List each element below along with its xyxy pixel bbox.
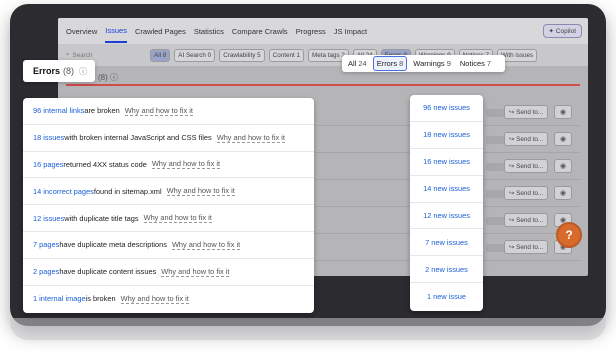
share-arrow-icon: ↪ [508,108,515,116]
tab-warnings[interactable]: Warnings 9 [410,57,454,70]
issue-description: with duplicate title tags [64,213,139,223]
issue-description: is broken [85,294,116,304]
new-issues-link[interactable]: 1 new issue [410,283,483,310]
tab-errors[interactable]: Errors 8 [372,56,408,71]
new-issues-link[interactable]: 16 new issues [410,149,483,176]
nav-progress[interactable]: Progress [296,21,326,42]
issue-description: are broken [84,106,120,116]
nav-crawled-pages[interactable]: Crawled Pages [135,21,186,42]
why-fix-link[interactable]: Why and how to fix it [171,240,241,250]
eye-icon[interactable]: ◉ [554,132,572,146]
help-button[interactable]: ? [556,222,582,248]
filter-bar: ⌕ Search All 8 AI Search 0 Crawlability … [58,44,588,66]
issue-row: 18 issues with broken internal JavaScrip… [23,125,314,152]
search-placeholder: Search [72,51,93,59]
why-fix-link[interactable]: Why and how to fix it [124,106,193,116]
share-arrow-icon: ↪ [508,189,515,197]
issue-link[interactable]: 16 pages [33,160,63,169]
nav-statistics[interactable]: Statistics [194,21,224,42]
new-issues-link[interactable]: 18 new issues [410,122,483,149]
tab-all[interactable]: All 24 [345,57,370,70]
why-fix-link[interactable]: Why and how to fix it [216,133,285,143]
issue-row: 2 pages have duplicate content issues Why… [23,259,314,286]
device-shadow [10,318,606,340]
errors-count: (8) [63,66,75,76]
tab-notices[interactable]: Notices 7 [457,57,494,70]
eye-icon[interactable]: ◉ [554,186,572,200]
filter-chip-all[interactable]: All 8 [150,48,171,62]
copilot-label: Copilot [555,28,576,35]
issue-description: found in sitemap.xml [93,186,162,196]
issues-list: 96 internal links are broken Why and how … [23,98,314,313]
send-to-button[interactable]: ↪ Send to... [504,186,548,200]
issue-link[interactable]: 7 pages [33,240,59,249]
share-arrow-icon: ↪ [508,243,515,251]
issue-row: 1 internal image is broken Why and how to… [23,286,314,313]
send-to-button[interactable]: ↪ Send to... [504,132,548,146]
share-arrow-icon: ↪ [508,135,515,143]
search-icon: ⌕ [66,51,70,58]
errors-title-card: Errors (8) ⓘ [23,60,95,82]
issue-link[interactable]: 96 internal links [33,106,84,115]
new-issues-link[interactable]: 14 new issues [410,176,483,203]
copilot-button[interactable]: ✦ Copilot [542,24,582,38]
new-issues-link[interactable]: 96 new issues [410,95,483,122]
new-issues-list: 96 new issues 18 new issues 16 new issue… [410,95,483,311]
issue-link[interactable]: 12 issues [33,214,64,223]
new-issues-link[interactable]: 12 new issues [410,203,483,230]
issue-description: have duplicate meta descriptions [59,240,167,250]
eye-icon[interactable]: ◉ [554,105,572,119]
nav-js-impact[interactable]: JS Impact [334,21,367,42]
error-divider [66,84,580,86]
why-fix-link[interactable]: Why and how to fix it [151,159,221,170]
severity-tabs: All 24 Errors 8 Warnings 9 Notices 7 [342,55,505,72]
issue-link[interactable]: 18 issues [33,133,64,142]
nav-compare-crawls[interactable]: Compare Crawls [232,21,288,42]
info-icon[interactable]: ⓘ [79,66,87,77]
nav-issues[interactable]: Issues [105,20,127,43]
issue-description: have duplicate content issues [59,267,157,277]
filter-chip-content[interactable]: Content 1 [268,48,304,62]
filter-chip-ai-search[interactable]: AI Search 0 [174,48,216,62]
dim-errors-count: (8) ⓘ [98,73,118,82]
issue-description: returned 4XX status code [63,159,147,169]
new-issues-link[interactable]: 2 new issues [410,256,483,284]
eye-icon[interactable]: ◉ [554,159,572,173]
issue-description: with broken internal JavaScript and CSS … [64,133,212,143]
send-to-button[interactable]: ↪ Send to... [504,105,548,119]
errors-title: Errors [33,66,61,76]
top-navigation: Overview Issues Crawled Pages Statistics… [58,18,588,44]
why-fix-link[interactable]: Why and how to fix it [120,294,189,304]
share-arrow-icon: ↪ [508,162,515,170]
send-to-button[interactable]: ↪ Send to... [504,213,548,227]
issue-link[interactable]: 2 pages [33,267,59,276]
issue-row: 12 issues with duplicate title tags Why a… [23,205,314,232]
issue-row: 14 incorrect pages found in sitemap.xml W… [23,178,314,206]
why-fix-link[interactable]: Why and how to fix it [161,267,230,277]
share-arrow-icon: ↪ [508,216,515,224]
why-fix-link[interactable]: Why and how to fix it [166,186,235,197]
why-fix-link[interactable]: Why and how to fix it [143,213,212,224]
issue-link[interactable]: 14 incorrect pages [33,187,94,196]
filter-chip-crawlability[interactable]: Crawlability 5 [219,48,265,62]
sparkle-icon: ✦ [548,28,554,35]
nav-overview[interactable]: Overview [66,21,97,42]
issue-row: 16 pages returned 4XX status code Why and… [23,152,314,179]
issue-row: 7 pages have duplicate meta descriptions… [23,232,314,259]
send-to-button[interactable]: ↪ Send to... [504,240,548,254]
issue-row: 96 internal links are broken Why and how … [23,98,314,125]
new-issues-link[interactable]: 7 new issues [410,229,483,257]
send-to-button[interactable]: ↪ Send to... [504,159,548,173]
issue-link[interactable]: 1 internal image [33,294,86,303]
